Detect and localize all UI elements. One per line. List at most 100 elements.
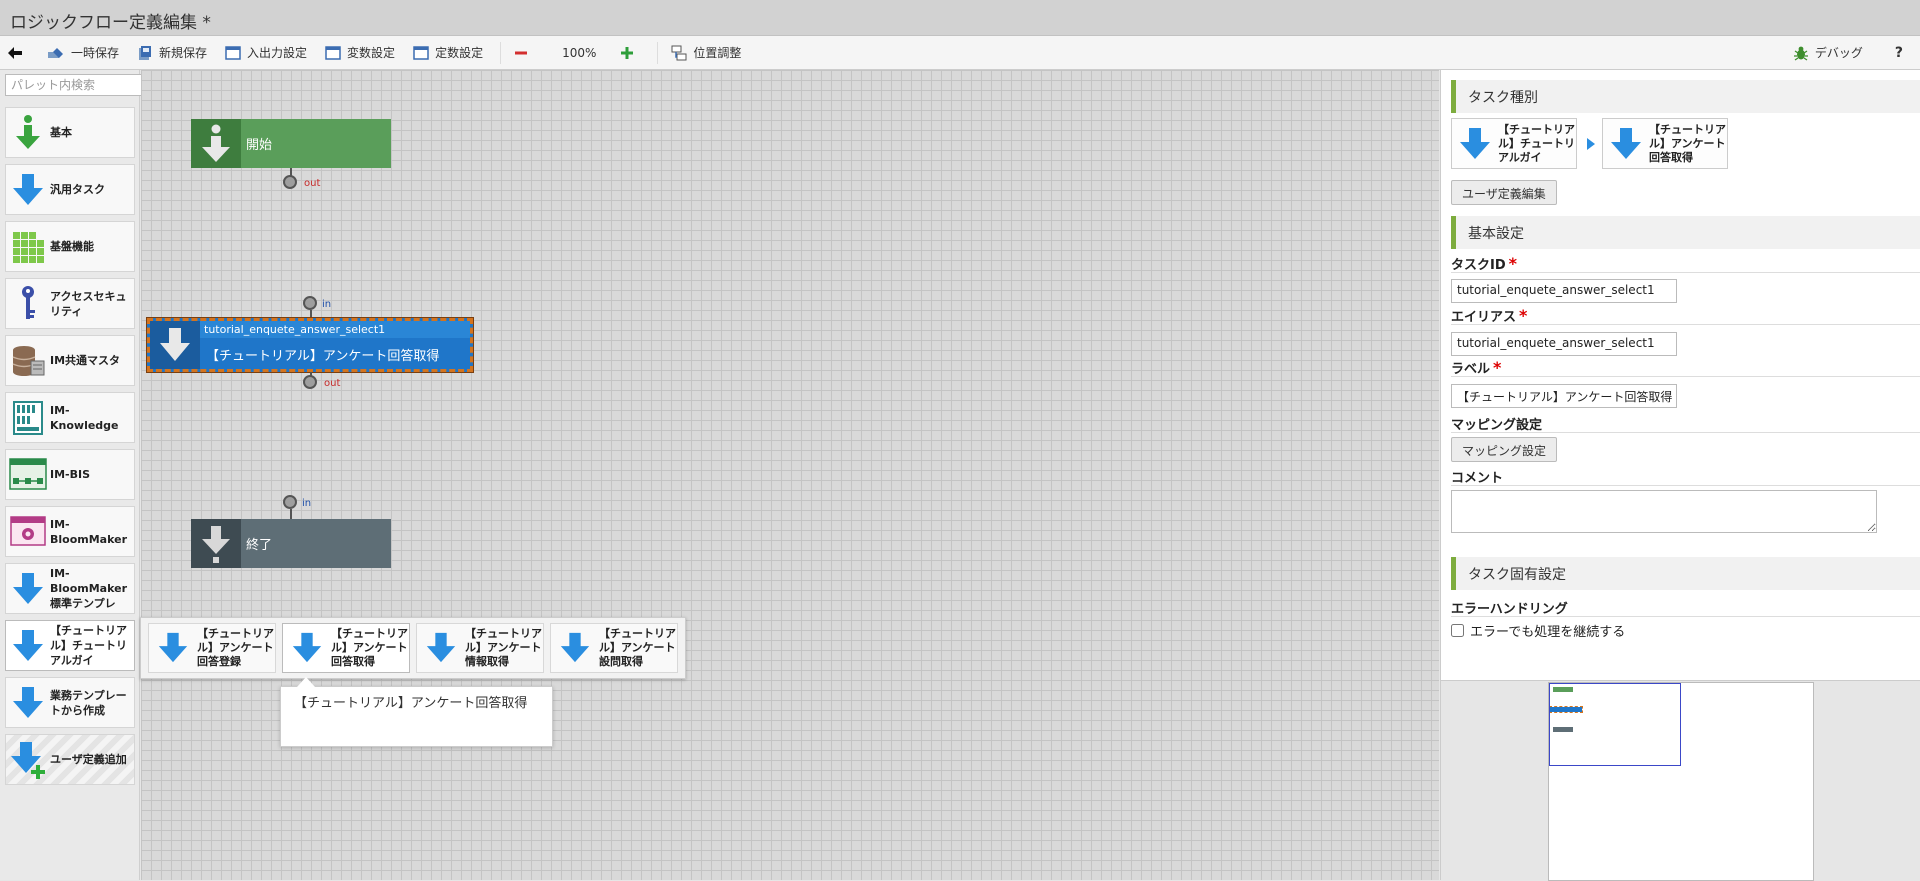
- task-node-label: 【チュートリアル】アンケート回答取得: [206, 349, 440, 364]
- palette-item-im-bloommaker[interactable]: IM-BloomMaker: [5, 506, 135, 557]
- blue-down-arrow-icon: [6, 678, 50, 727]
- palette-item-basic[interactable]: 基本: [5, 107, 135, 158]
- subpalette-item-question-get[interactable]: 【チュートリアル】アンケート設問取得: [550, 623, 678, 673]
- var-settings-button[interactable]: 変数設定: [318, 40, 402, 66]
- task-id-input[interactable]: tutorial_enquete_answer_select1: [1451, 279, 1677, 303]
- toolbar-separator: [657, 41, 659, 64]
- tooltip-arrow: [297, 677, 315, 687]
- basic-icon: [6, 108, 50, 157]
- debug-label: デバッグ: [1814, 46, 1863, 60]
- subpalette-item-info-get[interactable]: 【チュートリアル】アンケート情報取得: [416, 623, 544, 673]
- blue-down-arrow-icon: [417, 631, 465, 665]
- grid-blocks-icon: [6, 222, 50, 271]
- debug-button[interactable]: デバッグ: [1786, 40, 1870, 66]
- back-button[interactable]: [0, 40, 36, 66]
- label-input[interactable]: 【チュートリアル】アンケート回答取得: [1451, 384, 1677, 408]
- palette-item-business-template[interactable]: 業務テンプレートから作成: [5, 677, 135, 728]
- blue-down-arrow-icon: [1603, 126, 1649, 162]
- palette-item-label: 基本: [50, 126, 72, 139]
- continue-on-error-checkbox[interactable]: [1451, 624, 1464, 637]
- palette-item-label: 基盤機能: [50, 240, 94, 253]
- continue-on-error-label: エラーでも処理を継続する: [1470, 625, 1626, 640]
- start-out-label: out: [304, 178, 321, 189]
- add-arrow-icon: [6, 735, 50, 784]
- task-node-id: tutorial_enquete_answer_select1: [200, 321, 470, 338]
- task-type-current[interactable]: 【チュートリアル】アンケート回答取得: [1602, 118, 1728, 169]
- task-out-port[interactable]: [303, 375, 317, 389]
- temp-save-button[interactable]: 一時保存: [40, 40, 126, 66]
- palette-item-label: 業務テンプレートから作成: [50, 688, 127, 717]
- minus-icon: [515, 51, 528, 54]
- task-id-label-text: タスクID: [1451, 258, 1506, 273]
- start-node[interactable]: 開始: [191, 119, 391, 168]
- arrange-label: 位置調整: [693, 46, 742, 60]
- mapping-label: マッピング設定: [1451, 418, 1543, 433]
- task-out-label: out: [324, 378, 341, 389]
- continue-on-error-option[interactable]: エラーでも処理を継続する: [1451, 621, 1625, 640]
- label-label-text: ラベル: [1451, 362, 1491, 377]
- minimap-panel: [1440, 680, 1920, 881]
- end-in-wire: [290, 509, 292, 519]
- temp-save-icon: [48, 47, 63, 58]
- palette-item-label: IM-BloomMaker標準テンプレ: [50, 567, 128, 610]
- subpalette-item-label: 【チュートリアル】アンケート回答登録: [197, 627, 274, 668]
- end-node[interactable]: 終了: [191, 519, 391, 568]
- label-label: ラベル *: [1451, 358, 1501, 377]
- minimap[interactable]: [1548, 682, 1814, 881]
- io-settings-label: 入出力設定: [247, 46, 308, 60]
- field-divider: [1451, 324, 1920, 325]
- palette-item-im-bis[interactable]: IM-BIS: [5, 449, 135, 500]
- subpalette-item-answer-register[interactable]: 【チュートリアル】アンケート回答登録: [148, 623, 276, 673]
- arrange-button[interactable]: 位置調整: [664, 40, 748, 66]
- palette-item-tutorial-guide[interactable]: 【チュートリアル】チュートリアルガイ: [5, 620, 135, 671]
- start-out-port[interactable]: [283, 175, 297, 189]
- task-node-selected[interactable]: tutorial_enquete_answer_select1 【チュートリアル…: [146, 317, 474, 373]
- subpalette-item-label: 【チュートリアル】アンケート設問取得: [599, 627, 676, 668]
- const-settings-label: 定数設定: [435, 46, 484, 60]
- const-settings-button[interactable]: 定数設定: [406, 40, 490, 66]
- field-divider: [1451, 485, 1920, 486]
- user-definition-edit-button[interactable]: ユーザ定義編集: [1451, 180, 1557, 205]
- palette-item-bloommaker-template[interactable]: IM-BloomMaker標準テンプレ: [5, 563, 135, 614]
- zoom-in-button[interactable]: [613, 40, 647, 66]
- palette-search-input[interactable]: [5, 74, 151, 96]
- field-divider: [1451, 376, 1920, 377]
- window-icon: [325, 45, 341, 60]
- comment-textarea[interactable]: [1451, 490, 1877, 533]
- blue-down-arrow-icon: [6, 165, 50, 214]
- subpalette-item-answer-get[interactable]: 【チュートリアル】アンケート回答取得: [282, 623, 410, 673]
- palette-item-im-master[interactable]: IM共通マスタ: [5, 335, 135, 386]
- toolbar: 一時保存 新規保存 入出力設定 変数設定 定数設定 100% 位置調整 デバッグ…: [0, 36, 1920, 70]
- task-type-parent[interactable]: 【チュートリアル】チュートリアルガイ: [1451, 118, 1577, 169]
- field-divider: [1451, 432, 1920, 433]
- task-in-port[interactable]: [303, 296, 317, 310]
- palette-item-label: IM-Knowledge: [50, 403, 119, 432]
- end-in-port[interactable]: [283, 495, 297, 509]
- new-save-label: 新規保存: [159, 46, 208, 60]
- blue-down-arrow-icon: [149, 631, 197, 665]
- required-mark: *: [1508, 254, 1518, 273]
- palette-item-im-knowledge[interactable]: IM-Knowledge: [5, 392, 135, 443]
- new-save-button[interactable]: 新規保存: [130, 40, 214, 66]
- palette-item-label: 【チュートリアル】チュートリアルガイ: [50, 624, 127, 667]
- end-node-label: 終了: [246, 538, 273, 553]
- section-header-basic: 基本設定: [1451, 216, 1920, 249]
- tooltip-text: 【チュートリアル】アンケート回答取得: [294, 696, 528, 711]
- task-in-label: in: [322, 299, 332, 310]
- zoom-level: 100%: [555, 40, 603, 66]
- palette-item-access-security[interactable]: アクセスセキュリティ: [5, 278, 135, 329]
- alias-input[interactable]: tutorial_enquete_answer_select1: [1451, 332, 1677, 356]
- mapping-settings-button[interactable]: マッピング設定: [1451, 437, 1558, 462]
- help-button[interactable]: ?: [1888, 40, 1910, 66]
- zoom-out-button[interactable]: [507, 40, 541, 66]
- flow-canvas[interactable]: 開始 out in tutorial_enquete_answer_select…: [141, 70, 1439, 880]
- palette-item-platform[interactable]: 基盤機能: [5, 221, 135, 272]
- minimap-viewport[interactable]: [1549, 683, 1681, 766]
- palette-item-label: IM-BIS: [50, 468, 91, 481]
- task-in-wire: [310, 310, 312, 318]
- io-settings-button[interactable]: 入出力設定: [218, 40, 314, 66]
- palette-item-add-user-definition[interactable]: ユーザ定義追加: [5, 734, 135, 785]
- tooltip: 【チュートリアル】アンケート回答取得: [280, 686, 553, 747]
- palette-item-general-task[interactable]: 汎用タスク: [5, 164, 135, 215]
- palette-item-label: IM-BloomMaker: [50, 517, 128, 546]
